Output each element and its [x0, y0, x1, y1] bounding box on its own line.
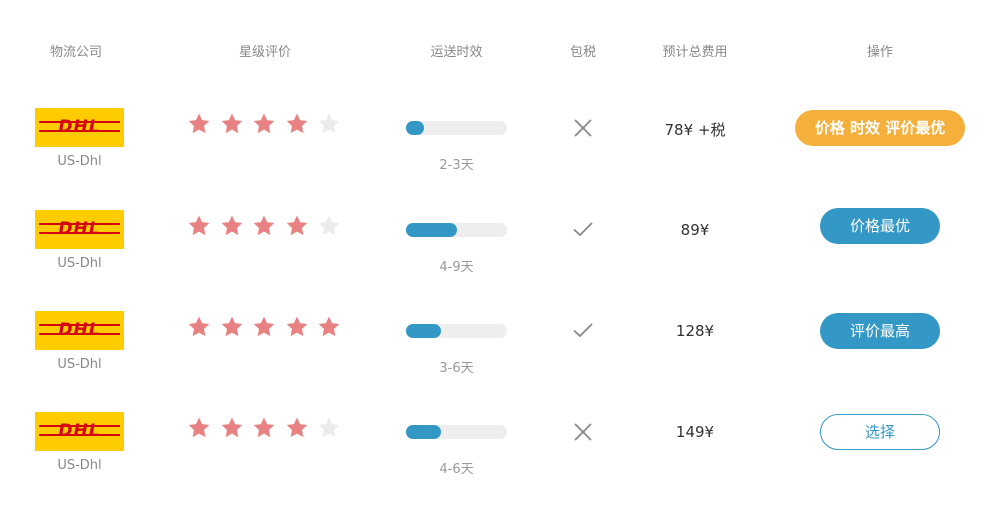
header-rating: 星级评价 — [238, 45, 291, 60]
select-button-blue[interactable]: 价格最优 — [820, 208, 940, 244]
star-icon — [318, 215, 340, 236]
star-icon — [188, 417, 210, 438]
dhl-logo: DHL — [35, 108, 124, 147]
cross-icon — [572, 117, 594, 139]
star-icon — [221, 417, 242, 438]
total-price: 78¥ +税 — [664, 121, 726, 139]
total-price: 89¥ — [680, 221, 710, 239]
company-name: US-Dhl — [57, 256, 102, 271]
total-price: 149¥ — [675, 423, 715, 441]
check-icon — [572, 218, 594, 240]
dhl-logo: DHL — [35, 412, 124, 451]
star-icon — [318, 113, 340, 134]
star-icon — [253, 417, 275, 438]
star-icon — [286, 215, 307, 236]
table-row: DHL US-Dhl 2-3天 78¥ +税 价格 时效 评价最优 — [0, 100, 1000, 200]
header-tax: 包税 — [569, 45, 596, 60]
delivery-time-bar — [406, 425, 507, 439]
star-icon — [286, 316, 307, 337]
header-action: 操作 — [866, 45, 893, 60]
star-icon — [221, 215, 242, 236]
company-name: US-Dhl — [57, 458, 102, 473]
star-icon — [318, 417, 340, 438]
star-icon — [221, 316, 242, 337]
delivery-time-bar — [406, 324, 507, 338]
company-name: US-Dhl — [57, 357, 102, 372]
delivery-time: 4-6天 — [439, 462, 474, 477]
table-row: DHL US-Dhl 4-6天 149¥ 选择 — [0, 403, 1000, 503]
header-delivery: 运送时效 — [430, 45, 483, 60]
delivery-time-bar — [406, 121, 507, 135]
star-icon — [188, 316, 210, 337]
star-icon — [188, 113, 210, 134]
star-icon — [188, 215, 210, 236]
delivery-time: 3-6天 — [439, 361, 474, 376]
select-button-blue[interactable]: 评价最高 — [820, 313, 940, 349]
check-icon — [572, 319, 594, 341]
dhl-logo: DHL — [35, 210, 124, 249]
table-row: DHL US-Dhl 3-6天 128¥ 评价最高 — [0, 302, 1000, 402]
star-icon — [221, 113, 242, 134]
delivery-time: 4-9天 — [439, 260, 474, 275]
company-name: US-Dhl — [57, 154, 102, 169]
star-icon — [253, 113, 275, 134]
header-total-cost: 预计总费用 — [662, 45, 728, 60]
star-icon — [253, 215, 275, 236]
select-button-orange[interactable]: 价格 时效 评价最优 — [795, 110, 965, 146]
select-button-outline[interactable]: 选择 — [820, 414, 940, 450]
star-icon — [318, 316, 340, 337]
delivery-time: 2-3天 — [439, 158, 474, 173]
dhl-logo: DHL — [35, 311, 124, 350]
star-icon — [286, 417, 307, 438]
table-row: DHL US-Dhl 4-9天 89¥ 价格最优 — [0, 201, 1000, 301]
star-icon — [286, 113, 307, 134]
cross-icon — [572, 421, 594, 443]
delivery-time-bar — [406, 223, 507, 237]
total-price: 128¥ — [675, 322, 715, 340]
star-icon — [253, 316, 275, 337]
header-company: 物流公司 — [49, 45, 102, 60]
